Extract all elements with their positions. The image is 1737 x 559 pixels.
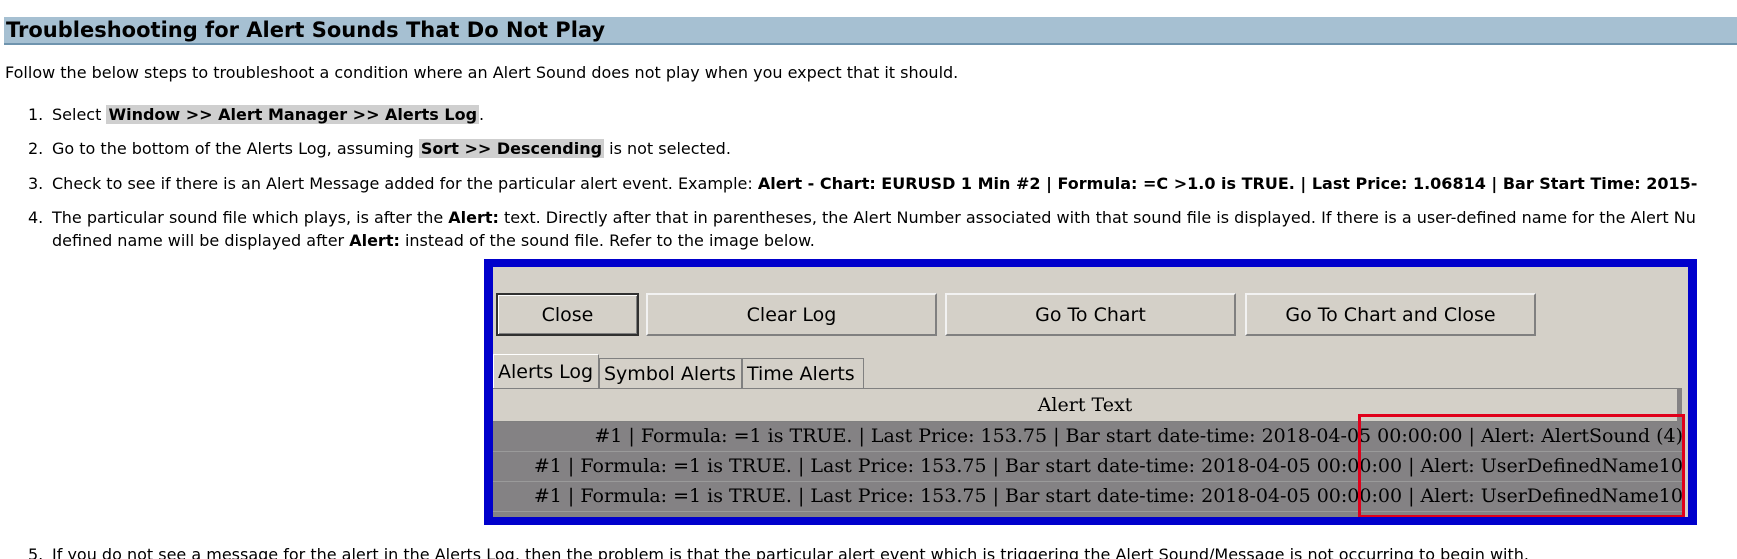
table-row[interactable]: #1 | Formula: =1 is TRUE. | Last Price: …	[493, 452, 1685, 482]
step-text: The particular sound file which plays, i…	[52, 208, 449, 227]
step-4-line-2: defined name will be displayed after Ale…	[52, 229, 815, 252]
alerts-log-list[interactable]: Alert Text #1 | Formula: =1 is TRUE. | L…	[493, 388, 1685, 517]
alert-keyword: Alert:	[349, 231, 400, 250]
step-text-cont: instead of the sound file. Refer to the …	[399, 231, 815, 250]
help-page: Troubleshooting for Alert Sounds That Do…	[0, 0, 1737, 559]
menu-path-highlight: Sort >> Descending	[418, 139, 605, 158]
tab-symbol-alerts[interactable]: Symbol Alerts	[599, 358, 742, 388]
step-text-end: .	[479, 105, 485, 124]
step-text-end: is not selected.	[604, 139, 731, 158]
step-number: 3.	[28, 174, 44, 193]
step-number: 5.	[28, 545, 44, 559]
step-text: If you do not see a message for the aler…	[52, 545, 1529, 559]
step-number: 4.	[28, 208, 44, 227]
alert-text-cell: #1 | Formula: =1 is TRUE. | Last Price: …	[594, 425, 1683, 447]
column-header-alert-text[interactable]: Alert Text	[493, 389, 1677, 422]
intro-paragraph: Follow the below steps to troubleshoot a…	[5, 63, 959, 82]
step-5: 5. If you do not see a message for the al…	[28, 543, 1529, 559]
go-to-chart-and-close-button[interactable]: Go To Chart and Close	[1245, 293, 1536, 336]
tab-time-alerts[interactable]: Time Alerts	[742, 358, 864, 388]
example-alert-message: Alert - Chart: EURUSD 1 Min #2 | Formula…	[757, 174, 1698, 193]
step-2: 2. Go to the bottom of the Alerts Log, as…	[28, 137, 731, 160]
step-1: 1. Select Window >> Alert Manager >> Aler…	[28, 103, 484, 126]
section-heading: Troubleshooting for Alert Sounds That Do…	[6, 18, 606, 42]
table-row[interactable]: #1 | Formula: =1 is TRUE. | Last Price: …	[493, 422, 1685, 452]
list-scroll-edge	[1682, 388, 1688, 517]
alert-text-cell: #1 | Formula: =1 is TRUE. | Last Price: …	[533, 485, 1683, 507]
section-heading-bar: Troubleshooting for Alert Sounds That Do…	[4, 17, 1737, 45]
tab-alerts-log[interactable]: Alerts Log	[493, 354, 599, 388]
alerts-log-screenshot: Close Clear Log Go To Chart Go To Chart …	[484, 259, 1697, 525]
step-text-cont: text. Directly after that in parentheses…	[498, 208, 1696, 227]
step-number: 2.	[28, 139, 44, 158]
close-button[interactable]: Close	[496, 293, 639, 336]
step-number: 1.	[28, 105, 44, 124]
step-text: Go to the bottom of the Alerts Log, assu…	[52, 139, 419, 158]
menu-path-highlight: Window >> Alert Manager >> Alerts Log	[106, 105, 480, 124]
alerts-log-window: Close Clear Log Go To Chart Go To Chart …	[493, 267, 1688, 517]
step-text: Select	[52, 105, 107, 124]
step-text: Check to see if there is an Alert Messag…	[52, 174, 758, 193]
clear-log-button[interactable]: Clear Log	[646, 293, 937, 336]
step-text: defined name will be displayed after	[52, 231, 350, 250]
step-3: 3. Check to see if there is an Alert Mess…	[28, 172, 1697, 195]
table-row[interactable]: #1 | Formula: =1 is TRUE. | Last Price: …	[493, 482, 1685, 512]
go-to-chart-button[interactable]: Go To Chart	[945, 293, 1236, 336]
alert-text-cell: #1 | Formula: =1 is TRUE. | Last Price: …	[533, 455, 1683, 477]
step-4: 4. The particular sound file which plays,…	[28, 206, 1696, 229]
alert-keyword: Alert:	[448, 208, 499, 227]
